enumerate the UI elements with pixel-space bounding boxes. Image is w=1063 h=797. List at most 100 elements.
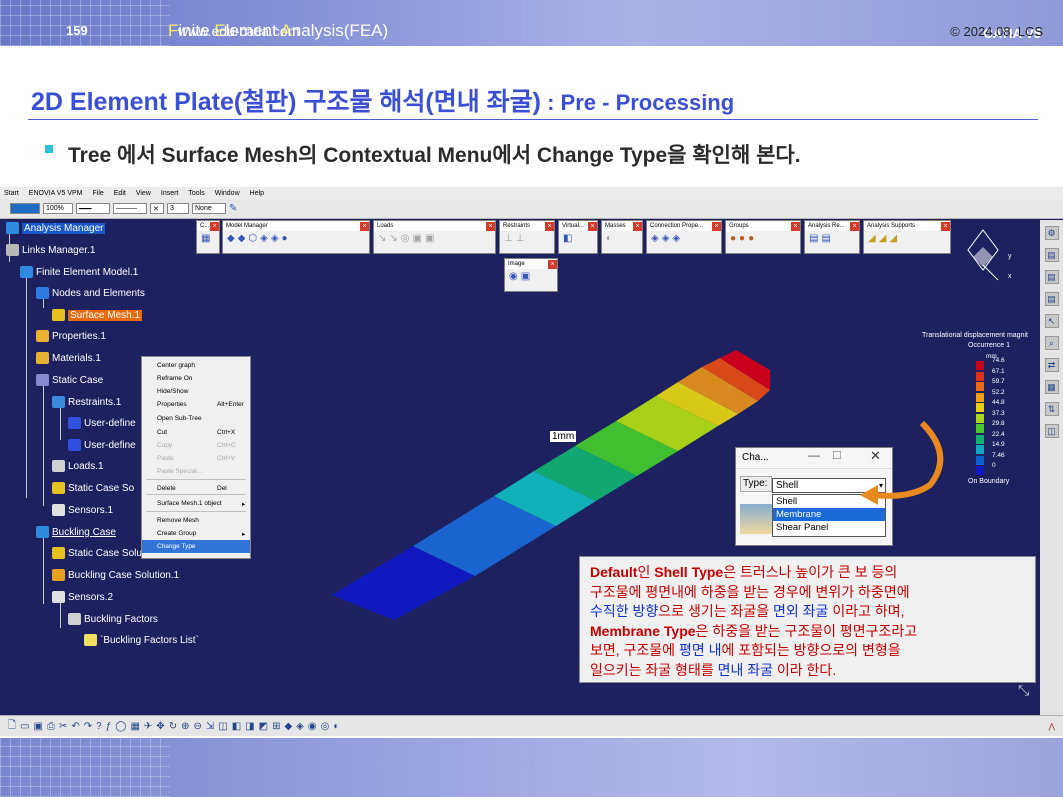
close-icon[interactable]: × xyxy=(633,221,642,231)
close-icon[interactable]: × xyxy=(210,221,219,231)
result-icon[interactable]: ▤ xyxy=(809,233,818,244)
close-icon[interactable]: × xyxy=(941,221,950,231)
group-icon[interactable]: ● xyxy=(730,233,736,244)
connection-icon[interactable]: ◈ xyxy=(662,233,670,244)
context-menu-item[interactable]: Paste Special... xyxy=(142,465,250,478)
compass-icon[interactable]: y x xyxy=(958,225,1028,290)
computation-icon[interactable]: ▦ xyxy=(201,233,210,244)
toolbar-virtual[interactable]: Virtual... × ◧ xyxy=(558,220,598,254)
virtual-part-icon[interactable]: ◧ xyxy=(563,233,572,244)
analysis-icon[interactable]: ◆ xyxy=(284,721,292,732)
line-weight-select[interactable]: ——— xyxy=(113,203,147,214)
context-menu-item[interactable]: Paste Ctrl+V xyxy=(142,452,250,465)
toolbar-restraints[interactable]: Restraints × ⊥ ⊥ xyxy=(499,220,555,254)
support-icon[interactable]: ◢ xyxy=(879,233,887,244)
menu-item[interactable]: Start xyxy=(4,190,19,197)
tree-node[interactable]: `Buckling Factors List` xyxy=(84,634,199,646)
tool-icon[interactable]: ⇅ xyxy=(1044,402,1059,416)
tree-node[interactable]: Sensors.1 xyxy=(52,504,113,516)
pan-icon[interactable]: ✥ xyxy=(156,721,164,732)
load-icon[interactable]: ↘ xyxy=(389,233,397,244)
open-icon[interactable]: ▭ xyxy=(20,721,29,732)
help-icon[interactable]: ? xyxy=(96,721,102,732)
point-style-select[interactable]: ✕ xyxy=(150,203,164,214)
website-link[interactable]: www.edu-catia.com xyxy=(178,23,299,39)
mesh-icon[interactable]: ⬡ xyxy=(248,233,257,244)
tree-node[interactable]: Buckling Case xyxy=(36,526,116,538)
undo-icon[interactable]: ↶ xyxy=(71,721,79,732)
hide-icon[interactable]: ◨ xyxy=(245,721,254,732)
tree-node[interactable]: Buckling Case Solution.1 xyxy=(52,569,179,581)
connection-icon[interactable]: ◈ xyxy=(651,233,659,244)
tree-node[interactable]: User-define xyxy=(68,439,136,451)
3d-viewport[interactable]: Analysis Manager Links Manager.1 Finite El… xyxy=(0,220,1040,715)
tree-node[interactable]: Analysis Manager xyxy=(6,222,106,234)
type-option-membrane[interactable]: Membrane xyxy=(773,508,885,521)
context-menu-item[interactable]: Reframe On xyxy=(142,372,250,385)
layer-count-select[interactable]: 3 xyxy=(167,203,189,214)
menu-item[interactable]: View xyxy=(136,190,151,197)
analysis-icon[interactable]: ⊞ xyxy=(272,721,280,732)
load-icon[interactable]: ▣ xyxy=(425,233,434,244)
rotate-icon[interactable]: ↻ xyxy=(169,721,177,732)
menu-item[interactable]: Insert xyxy=(161,190,179,197)
view-icon[interactable]: ◫ xyxy=(218,721,227,732)
tree-node[interactable]: Loads.1 xyxy=(52,460,104,472)
formula-icon[interactable]: ƒ xyxy=(106,721,112,732)
menu-item[interactable]: Tools xyxy=(188,190,204,197)
fly-icon[interactable]: ✈ xyxy=(144,721,152,732)
analysis-icon[interactable]: ◐ xyxy=(333,721,339,732)
load-icon[interactable]: ▣ xyxy=(413,233,422,244)
support-icon[interactable]: ◢ xyxy=(889,233,897,244)
zoom-in-icon[interactable]: ⊕ xyxy=(181,721,189,732)
menu-item[interactable]: Window xyxy=(215,190,240,197)
restraint-icon[interactable]: ⊥ xyxy=(504,233,513,244)
color-picker[interactable] xyxy=(10,203,40,214)
toolbar-connection-properties[interactable]: Connection Prope... × ◈ ◈ ◈ xyxy=(646,220,722,254)
connection-icon[interactable]: ◈ xyxy=(672,233,680,244)
analysis-icon[interactable]: ◉ xyxy=(308,721,317,732)
close-icon[interactable]: × xyxy=(545,221,554,231)
print-icon[interactable]: ⎙ xyxy=(47,721,55,732)
shading-icon[interactable]: ◧ xyxy=(232,721,241,732)
zoom-out-icon[interactable]: ⊖ xyxy=(193,721,201,732)
tool-icon[interactable]: ⇄ xyxy=(1044,358,1059,372)
redo-icon[interactable]: ↷ xyxy=(84,721,92,732)
tree-node[interactable]: Materials.1 xyxy=(36,352,101,364)
minimize-icon[interactable]: — xyxy=(808,448,820,462)
close-icon[interactable]: × xyxy=(486,221,495,231)
tool-icon[interactable]: ▤ xyxy=(1044,270,1059,284)
menu-item[interactable]: File xyxy=(92,190,103,197)
group-icon[interactable]: ● xyxy=(739,233,745,244)
tree-node[interactable]: Static Case So xyxy=(52,482,134,494)
new-file-icon[interactable]: 🗋 xyxy=(8,718,16,735)
toolbar-analysis-supports[interactable]: Analysis Supports × ◢ ◢ ◢ xyxy=(863,220,951,254)
tree-node[interactable]: Restraints.1 xyxy=(52,396,121,408)
close-icon[interactable]: × xyxy=(360,221,369,231)
toolbar-model-manager[interactable]: Model Manager × ◆ ◆ ⬡ ◈ ◈ ● xyxy=(222,220,370,254)
tool-icon[interactable]: ⚙ xyxy=(1044,226,1059,240)
tree-node[interactable]: Links Manager.1 xyxy=(6,244,95,256)
zoom-icon[interactable]: ⌕ xyxy=(1044,336,1059,350)
context-menu-item[interactable]: Center graph xyxy=(142,359,250,372)
toolbar-masses[interactable]: Masses × ◐ xyxy=(601,220,643,254)
mesh-icon[interactable]: ◆ xyxy=(227,233,235,244)
context-menu-item[interactable]: Change Type xyxy=(142,540,250,553)
mesh-icon[interactable]: ◆ xyxy=(238,233,246,244)
toolbar-groups[interactable]: Groups × ● ● ● xyxy=(725,220,801,254)
menu-item[interactable]: Help xyxy=(250,190,264,197)
layer-select[interactable]: None xyxy=(192,203,226,214)
toolbar-image[interactable]: Image × ◉ ▣ xyxy=(504,258,558,292)
analysis-icon[interactable]: ◎ xyxy=(321,721,330,732)
cut-icon[interactable]: ✂ xyxy=(59,721,67,732)
group-icon[interactable]: ● xyxy=(748,233,754,244)
swap-icon[interactable]: ◩ xyxy=(259,721,268,732)
load-icon[interactable]: ↘ xyxy=(378,233,386,244)
tree-node[interactable]: Surface Mesh.1 xyxy=(52,309,143,321)
close-icon[interactable]: × xyxy=(588,221,597,231)
tree-node[interactable]: Finite Element Model.1 xyxy=(20,266,138,278)
tool-icon[interactable]: ◫ xyxy=(1044,424,1059,438)
mass-icon[interactable]: ◐ xyxy=(606,233,612,244)
image-icon[interactable]: ◉ xyxy=(509,271,518,282)
type-option-shear-panel[interactable]: Shear Panel xyxy=(773,521,885,534)
